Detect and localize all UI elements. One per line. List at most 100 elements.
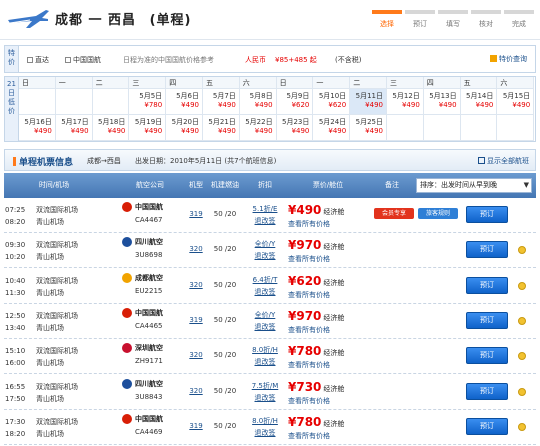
flight-info-bar: 单程机票信息 成都→西昌 出发日期：2010年5月11日 (共7个航班信息) 显… (4, 149, 536, 171)
aircraft-model-link[interactable]: 319 (186, 422, 206, 430)
direct-label: 直达 (35, 56, 49, 64)
aircraft-model-link[interactable]: 320 (186, 351, 206, 359)
book-button[interactable]: 预订 (466, 206, 508, 223)
price-value: ¥85+485 起 (275, 56, 317, 64)
discount-link[interactable]: 6.4折/T (250, 274, 280, 286)
airline-cell: 四川航空 3U8698 (122, 237, 182, 265)
discount-link[interactable]: 全价/Y (250, 238, 280, 250)
discount-link[interactable]: 7.5折/M (250, 380, 280, 392)
calendar-date: 5月21日 (208, 118, 236, 126)
calendar-day[interactable]: 5月18日 ¥490 (92, 115, 130, 141)
book-button[interactable]: 预订 (466, 417, 508, 435)
view-all-prices-link[interactable]: 查看所有价格 (288, 219, 368, 229)
calendar-day[interactable]: 5月22日 ¥490 (239, 115, 277, 141)
calendar-day[interactable]: 5月8日 ¥490 (239, 89, 277, 115)
book-button[interactable]: 预订 (466, 311, 508, 329)
aircraft-model-link[interactable]: 320 (186, 281, 206, 289)
calendar-price: ¥620 (328, 101, 347, 109)
airline-checkbox[interactable] (65, 57, 71, 63)
refund-rules-link[interactable]: 退改签 (250, 215, 280, 227)
price-cell: ¥970 经济舱 查看所有价格 (288, 309, 368, 335)
calendar-day[interactable]: 5月14日 ¥490 (460, 89, 498, 115)
airline-name: 四川航空 (135, 379, 163, 388)
book-button[interactable]: 预订 (466, 276, 508, 294)
flight-row: 07:25 08:20 双流国际机场 青山机场 中国国航 CA4467 319 50 /20 5… (4, 198, 536, 233)
calendar-day[interactable]: 5月20日 ¥490 (166, 115, 203, 141)
view-all-prices-link[interactable]: 查看所有价格 (288, 254, 368, 264)
tax-note: (不含税) (335, 56, 362, 64)
airline-name: 成都航空 (135, 273, 163, 282)
calendar-day[interactable]: 5月11日 ¥490 (350, 89, 387, 115)
aircraft-model-link[interactable]: 319 (186, 210, 206, 218)
book-button[interactable]: 预订 (466, 382, 508, 400)
trip-type: (单程) (149, 13, 192, 28)
arrival-time: 13:40 (5, 323, 26, 332)
aircraft-model-link[interactable]: 320 (186, 245, 206, 253)
calendar-day[interactable]: 5月23日 ¥490 (276, 115, 314, 141)
calendar-day[interactable]: 5月21日 ¥490 (203, 115, 240, 141)
special-search-link[interactable]: 特价查询 (490, 54, 527, 64)
calendar-day[interactable]: 5月12日 ¥490 (387, 89, 424, 115)
member-tag[interactable]: 会员专享 (374, 208, 414, 219)
refund-rules-link[interactable]: 退改签 (250, 286, 280, 298)
view-all-prices-link[interactable]: 查看所有价格 (288, 360, 368, 370)
price-cell: ¥780 经济舱 查看所有价格 (288, 415, 368, 441)
calendar-date: 5月8日 (249, 92, 273, 100)
refund-rules-link[interactable]: 退改签 (250, 392, 280, 404)
book-button[interactable]: 预订 (466, 241, 508, 259)
calendar-price: ¥490 (475, 101, 494, 109)
calendar-day[interactable]: 5月24日 ¥490 (313, 115, 351, 141)
sort-select[interactable]: 排序：出发时间从早到晚 ▼ (416, 178, 532, 193)
refund-rules-link[interactable]: 退改签 (250, 250, 280, 262)
sort-value: 排序：出发时间从早到晚 (420, 181, 497, 189)
book-button[interactable]: 预订 (466, 347, 508, 365)
calendar-date: 5月7日 (212, 92, 236, 100)
aircraft-model-link[interactable]: 319 (186, 316, 206, 324)
price-cell: ¥780 经济舱 查看所有价格 (288, 344, 368, 370)
flight-times: 07:25 08:20 (4, 204, 32, 228)
calendar-date: 5月6日 (176, 92, 199, 100)
calendar-day[interactable]: 5月25日 ¥490 (350, 115, 387, 141)
calendar-day[interactable]: 5月15日 ¥490 (497, 89, 535, 115)
refund-rules-link[interactable]: 退改签 (250, 427, 280, 439)
rules-tag[interactable]: 旅客规则 (418, 208, 458, 219)
calendar-day[interactable]: 5月10日 ¥620 (313, 89, 351, 115)
calendar-date: 5月23日 (282, 118, 310, 126)
show-all-flights-link[interactable]: 显示全部航班 (478, 156, 529, 166)
step-label-select: 选择 (380, 20, 394, 28)
flight-table: 时间/机场 航空公司 机型 机建燃油 折扣 票价/舱位 备注 排序：出发时间从早… (4, 173, 536, 446)
calendar-day[interactable]: 5月19日 ¥490 (129, 115, 167, 141)
calendar-day[interactable]: 5月7日 ¥490 (203, 89, 240, 115)
direct-checkbox[interactable] (27, 57, 33, 63)
calendar-side-label: 21日低价 (5, 77, 19, 141)
step-label-finish: 完成 (512, 20, 526, 28)
view-all-prices-link[interactable]: 查看所有价格 (288, 325, 368, 335)
view-all-prices-link[interactable]: 查看所有价格 (288, 431, 368, 441)
direct-filter[interactable]: 直达 (27, 55, 49, 65)
airline-filter[interactable]: 中国国航 (65, 55, 101, 65)
view-all-prices-link[interactable]: 查看所有价格 (288, 396, 368, 406)
aircraft-model-link[interactable]: 320 (186, 387, 206, 395)
calendar-day[interactable]: 5月13日 ¥490 (423, 89, 461, 115)
view-all-prices-link[interactable]: 查看所有价格 (288, 290, 368, 300)
calendar-price: ¥490 (144, 127, 163, 135)
calendar-date: 5月10日 (318, 92, 347, 100)
calendar-day[interactable]: 5月9日 ¥620 (276, 89, 314, 115)
calendar-day[interactable]: 5月6日 ¥490 (166, 89, 203, 115)
coin-icon (518, 281, 526, 290)
refund-rules-link[interactable]: 退改签 (250, 321, 280, 333)
refund-rules-link[interactable]: 退改签 (250, 356, 280, 368)
calendar-day[interactable]: 5月5日 ¥780 (129, 89, 167, 115)
discount-link[interactable]: 8.0折/H (250, 415, 280, 427)
calendar-day[interactable]: 5月17日 ¥490 (55, 115, 93, 141)
discount-link[interactable]: 全价/Y (250, 309, 280, 321)
step-label-check: 核对 (479, 20, 493, 28)
departure-time: 09:30 (5, 241, 26, 250)
discount-cell: 全价/Y 退改签 (250, 309, 280, 333)
calendar-day[interactable]: 5月16日 ¥490 (19, 115, 56, 141)
discount-link[interactable]: 5.1折/E (250, 203, 280, 215)
calendar-price: ¥490 (365, 127, 383, 135)
discount-link[interactable]: 8.0折/H (250, 344, 280, 356)
col-time-airport: 时间/机场 (38, 181, 70, 189)
calendar-date: 5月13日 (429, 92, 457, 100)
